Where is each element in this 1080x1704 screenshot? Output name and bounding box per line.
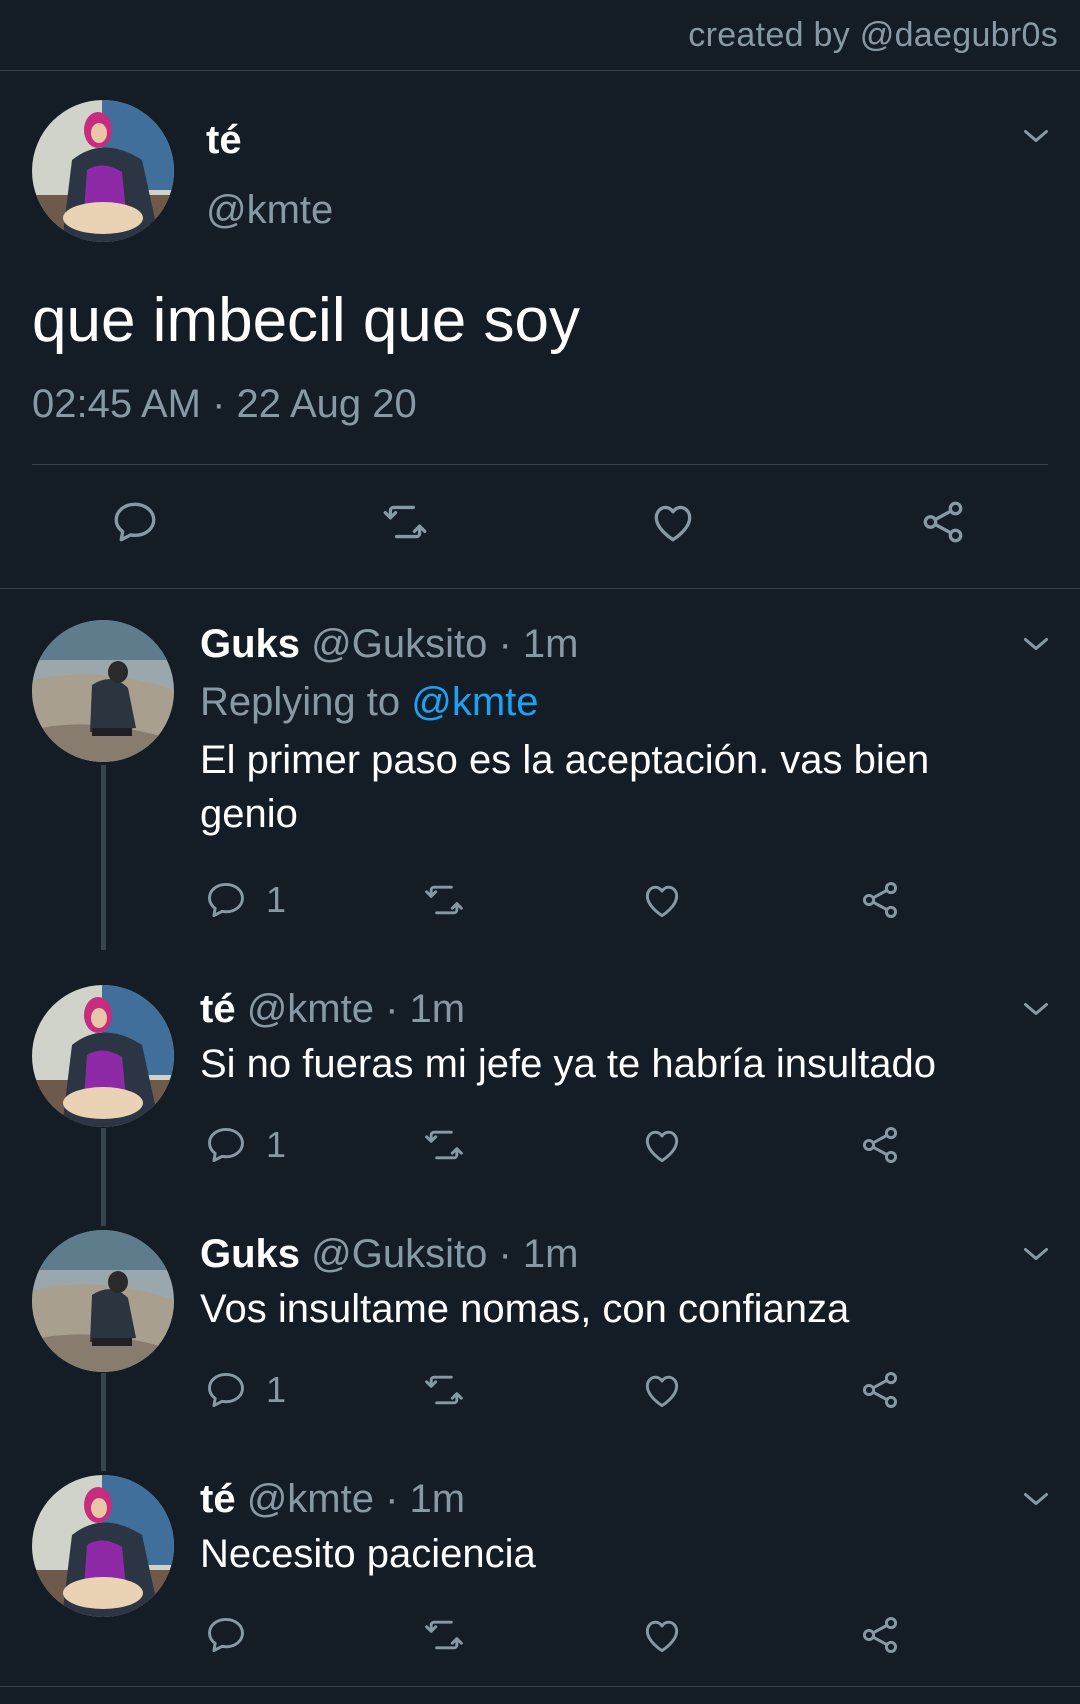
reply-icon: [204, 1123, 248, 1167]
chevron-down-icon[interactable]: [1018, 1236, 1054, 1272]
chevron-down-icon[interactable]: [1018, 991, 1054, 1027]
chevron-down-icon[interactable]: [1018, 1481, 1054, 1517]
author-name[interactable]: Guks: [200, 1232, 300, 1276]
main-tweet: té @kmte que imbecil que soy 02:45 AM · …: [0, 70, 1080, 589]
reply-text: El primer paso es la aceptación. vas bie…: [200, 738, 930, 836]
reply-tweet: té @kmte · 1m Si no fueras mi jefe ya te…: [0, 985, 1080, 1205]
like-button[interactable]: [640, 1613, 684, 1657]
reply-icon: [110, 497, 160, 547]
credit-text: created by @daegubr0s: [688, 16, 1058, 54]
avatar[interactable]: [32, 1475, 174, 1617]
reply-count: 1: [266, 1369, 287, 1410]
reply-text: Vos insultame nomas, con confianza: [200, 1287, 850, 1331]
like-icon: [640, 878, 684, 922]
reply-icon: [204, 878, 248, 922]
author-name[interactable]: Guks: [200, 622, 300, 666]
share-button[interactable]: [858, 1123, 902, 1167]
reply-header: Guks @Guksito · 1m: [200, 1232, 579, 1277]
avatar[interactable]: [32, 1230, 174, 1372]
replying-to: Replying to @kmte: [200, 680, 539, 725]
avatar[interactable]: [32, 620, 174, 762]
retweet-button[interactable]: [418, 878, 470, 922]
reply-button[interactable]: [110, 497, 160, 547]
share-button[interactable]: [858, 1613, 902, 1657]
reply-header: té @kmte · 1m: [200, 1477, 465, 1522]
reply-button[interactable]: [204, 1613, 248, 1657]
retweet-icon: [418, 878, 470, 922]
retweet-button[interactable]: [418, 1123, 470, 1167]
reply-tweet: Guks @Guksito · 1m Vos insultame nomas, …: [0, 1230, 1080, 1450]
author-handle[interactable]: @kmte: [206, 188, 333, 233]
top-bar: created by @daegubr0s: [0, 0, 1080, 71]
retweet-icon: [375, 497, 435, 547]
retweet-button[interactable]: [418, 1368, 470, 1412]
reply-tweet: té @kmte · 1m Necesito paciencia: [0, 1475, 1080, 1685]
mention-link[interactable]: @kmte: [411, 680, 538, 724]
reply-text: Necesito paciencia: [200, 1532, 536, 1576]
reply-icon: [204, 1368, 248, 1412]
author-meta: @Guksito · 1m: [311, 1232, 579, 1276]
reply-text: Si no fueras mi jefe ya te habría insult…: [200, 1042, 936, 1086]
share-icon: [858, 878, 902, 922]
share-icon: [858, 1123, 902, 1167]
author-meta: @Guksito · 1m: [311, 622, 579, 666]
reply-header: Guks @Guksito · 1m: [200, 622, 579, 667]
divider: [32, 464, 1048, 465]
like-button[interactable]: [640, 878, 684, 922]
share-icon: [918, 497, 968, 547]
like-icon: [648, 497, 698, 547]
retweet-icon: [418, 1123, 470, 1167]
author-name[interactable]: té: [200, 987, 236, 1031]
share-button[interactable]: [858, 878, 902, 922]
like-button[interactable]: [640, 1368, 684, 1412]
reply-header: té @kmte · 1m: [200, 987, 465, 1032]
reply-button[interactable]: 1: [204, 1123, 286, 1167]
reply-icon: [204, 1613, 248, 1657]
author-name[interactable]: té: [206, 118, 242, 163]
action-bar: [0, 495, 1080, 555]
like-icon: [640, 1613, 684, 1657]
share-icon: [858, 1368, 902, 1412]
retweet-button[interactable]: [418, 1613, 470, 1657]
replying-label: Replying to: [200, 680, 401, 724]
reply-count: 1: [266, 879, 287, 920]
retweet-button[interactable]: [375, 497, 435, 547]
chevron-down-icon[interactable]: [1018, 626, 1054, 662]
like-button[interactable]: [648, 497, 698, 547]
like-icon: [640, 1368, 684, 1412]
like-button[interactable]: [640, 1123, 684, 1167]
author-meta: @kmte · 1m: [246, 987, 466, 1031]
retweet-icon: [418, 1368, 470, 1412]
chevron-down-icon[interactable]: [1018, 118, 1054, 154]
reply-button[interactable]: 1: [204, 878, 286, 922]
share-icon: [858, 1613, 902, 1657]
author-name[interactable]: té: [200, 1477, 236, 1521]
tweet-text: que imbecil que soy: [32, 286, 580, 355]
share-button[interactable]: [918, 497, 968, 547]
like-icon: [640, 1123, 684, 1167]
reply-tweet: Guks @Guksito · 1m Replying to @kmte El …: [0, 620, 1080, 950]
divider: [0, 1686, 1080, 1687]
retweet-icon: [418, 1613, 470, 1657]
reply-count: 1: [266, 1124, 287, 1165]
avatar[interactable]: [32, 985, 174, 1127]
author-meta: @kmte · 1m: [246, 1477, 466, 1521]
avatar[interactable]: [32, 100, 174, 242]
share-button[interactable]: [858, 1368, 902, 1412]
tweet-timestamp: 02:45 AM · 22 Aug 20: [32, 382, 417, 426]
reply-button[interactable]: 1: [204, 1368, 286, 1412]
